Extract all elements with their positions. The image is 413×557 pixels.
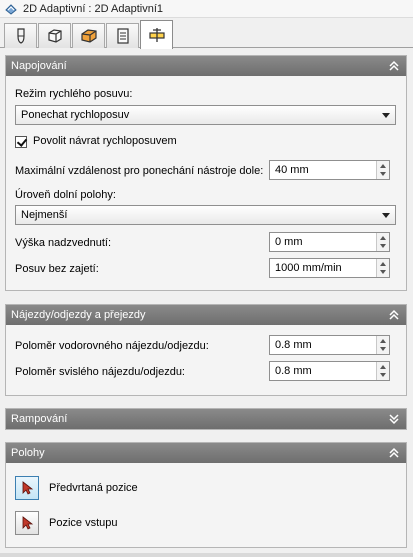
retract-mode-label: Režim rychlého posuvu: (15, 88, 133, 100)
lower-level-select[interactable]: Nejmenší (15, 205, 396, 225)
tab-stock[interactable] (72, 23, 105, 48)
spinner-buttons[interactable] (376, 161, 389, 179)
predrill-position-button[interactable] (15, 476, 39, 500)
ramping-title: Rampování (11, 413, 68, 425)
linking-panel: Napojování Režim rychlého posuvu: Ponech… (5, 55, 407, 291)
entry-position-button[interactable] (15, 511, 39, 535)
window-title: 2D Adaptivní : 2D Adaptivní1 (23, 2, 164, 15)
allow-rapid-retract-checkbox[interactable] (15, 136, 27, 148)
dropdown-arrow-icon (382, 113, 390, 118)
lift-height-value: 0 mm (275, 236, 303, 248)
feedrate-input[interactable]: 1000 mm/min (269, 258, 390, 278)
pointer-icon (22, 516, 34, 530)
horizontal-radius-value: 0.8 mm (275, 339, 312, 351)
retract-mode-select[interactable]: Ponechat rychloposuv (15, 105, 396, 125)
max-stay-down-value: 40 mm (275, 164, 309, 176)
pointer-icon (22, 481, 34, 495)
collapse-icon (389, 60, 399, 71)
lift-height-label: Výška nadzvednutí: (15, 237, 112, 249)
positions-header[interactable]: Polohy (6, 443, 406, 463)
cube-icon (47, 29, 62, 43)
collapse-icon (389, 309, 399, 320)
spinner-buttons[interactable] (376, 336, 389, 354)
tab-heights[interactable] (106, 23, 139, 48)
max-stay-down-input[interactable]: 40 mm (269, 160, 390, 180)
dropdown-arrow-icon (382, 213, 390, 218)
retract-mode-value: Ponechat rychloposuv (21, 109, 130, 121)
entry-position-label: Pozice vstupu (49, 517, 118, 529)
vertical-radius-input[interactable]: 0.8 mm (269, 361, 390, 381)
operation-icon (5, 3, 17, 15)
lower-level-label: Úroveň dolní polohy: (15, 189, 116, 201)
expand-icon (389, 414, 399, 425)
horizontal-radius-label: Poloměr vodorovného nájezdu/odjezdu: (15, 340, 209, 352)
vertical-radius-label: Poloměr svislého nájezdu/odjezdu: (15, 366, 185, 378)
ramping-panel: Rampování (5, 408, 407, 430)
spinner-buttons[interactable] (376, 362, 389, 380)
positions-panel: Polohy Předvrtaná pozice Pozice vstupu (5, 442, 407, 548)
bottom-border (0, 553, 413, 557)
tool-icon (16, 28, 25, 44)
vertical-radius-value: 0.8 mm (275, 365, 312, 377)
leads-panel: Nájezdy/odjezdy a přejezdy Poloměr vodor… (5, 304, 407, 396)
tab-geometry[interactable] (38, 23, 71, 48)
tab-passes[interactable] (140, 20, 173, 49)
lower-level-value: Nejmenší (21, 209, 68, 221)
stock-icon (80, 29, 97, 43)
lift-height-input[interactable]: 0 mm (269, 232, 390, 252)
spinner-buttons[interactable] (376, 233, 389, 251)
tab-strip (0, 18, 413, 49)
window-titlebar: 2D Adaptivní : 2D Adaptivní1 (0, 0, 413, 18)
leads-header[interactable]: Nájezdy/odjezdy a přejezdy (6, 305, 406, 325)
heights-icon (116, 28, 129, 44)
max-stay-down-label: Maximální vzdálenost pro ponechání nástr… (15, 165, 264, 177)
linking-title: Napojování (11, 60, 67, 72)
horizontal-radius-input[interactable]: 0.8 mm (269, 335, 390, 355)
spinner-buttons[interactable] (376, 259, 389, 277)
feedrate-label: Posuv bez zajetí: (15, 263, 99, 275)
linking-header[interactable]: Napojování (6, 56, 406, 76)
passes-icon (148, 28, 165, 42)
collapse-icon (389, 447, 399, 458)
positions-title: Polohy (11, 447, 45, 459)
feedrate-value: 1000 mm/min (275, 262, 342, 274)
leads-title: Nájezdy/odjezdy a přejezdy (11, 309, 146, 321)
predrill-position-label: Předvrtaná pozice (49, 482, 138, 494)
ramping-header[interactable]: Rampování (6, 409, 406, 429)
tab-tool[interactable] (4, 23, 37, 48)
allow-rapid-retract-label: Povolit návrat rychloposuvem (33, 135, 177, 147)
